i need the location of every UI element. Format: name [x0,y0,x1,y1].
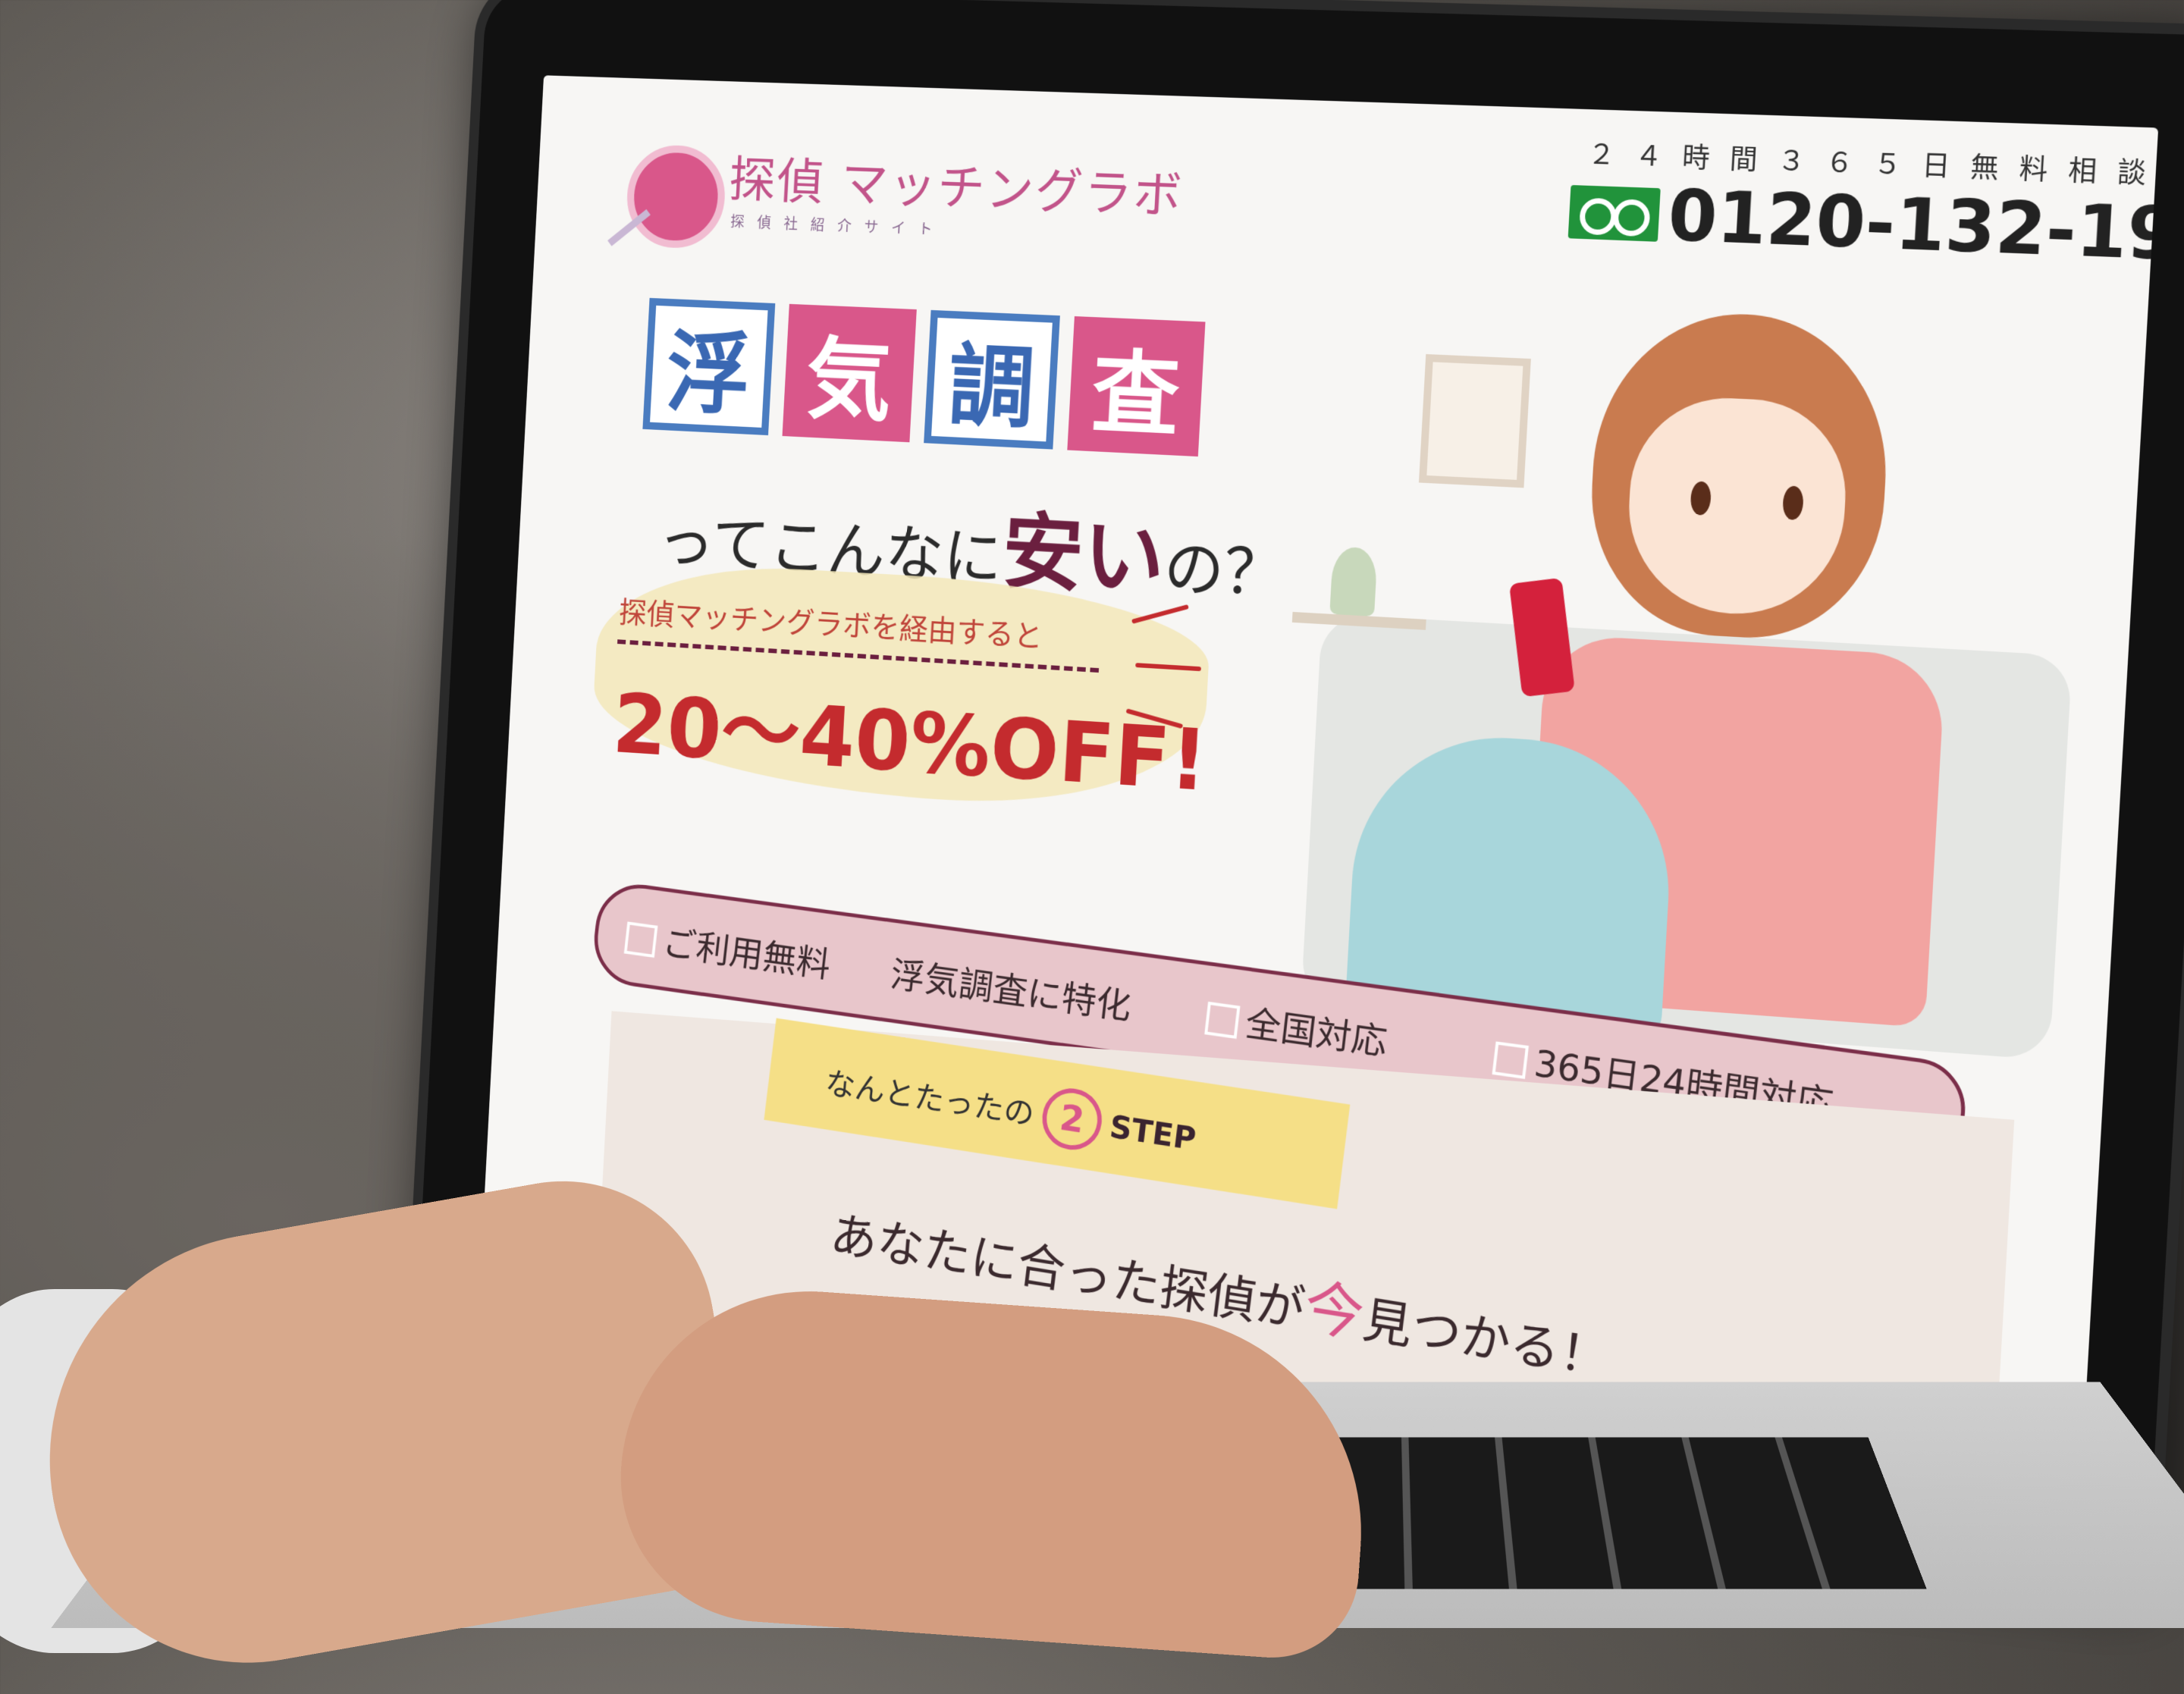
highlight-word: 今 [1300,1272,1368,1350]
phone-contact[interactable]: ２４時間３６５日無料相談 0120-132-192 [1567,132,2158,284]
freedial-icon [1567,184,1661,242]
checkbox-icon [1492,1041,1530,1079]
checkbox-icon [623,921,658,958]
feature-item: ご利用無料 [623,908,833,987]
site-logo[interactable]: 探偵 マッチングラボ 探偵社紹介サイト [624,129,1185,273]
woman-illustration [1241,295,2107,1069]
headline-tile: 調 [924,309,1060,450]
step-number: 2 [1039,1084,1106,1154]
picture-frame [1418,353,1531,488]
headline-tiles: 浮 気 調 査 [642,297,1293,476]
magnifier-icon [624,143,728,250]
feature-item: 全国対応 [1203,988,1390,1065]
headline-tile: 浮 [642,297,776,436]
checkbox-icon [1204,1001,1241,1039]
plant [1329,546,1378,616]
step-label: STEP [1107,1108,1198,1158]
phone-number[interactable]: 0120-132-192 [1666,175,2158,279]
headline-tile: 査 [1067,316,1206,457]
feature-item: 浮気調査に特化 [888,953,1134,1029]
headline-tile: 気 [782,303,917,443]
screen: 探偵 マッチングラボ 探偵社紹介サイト ２４時間３６５日無料相談 0120-13… [478,75,2159,1469]
